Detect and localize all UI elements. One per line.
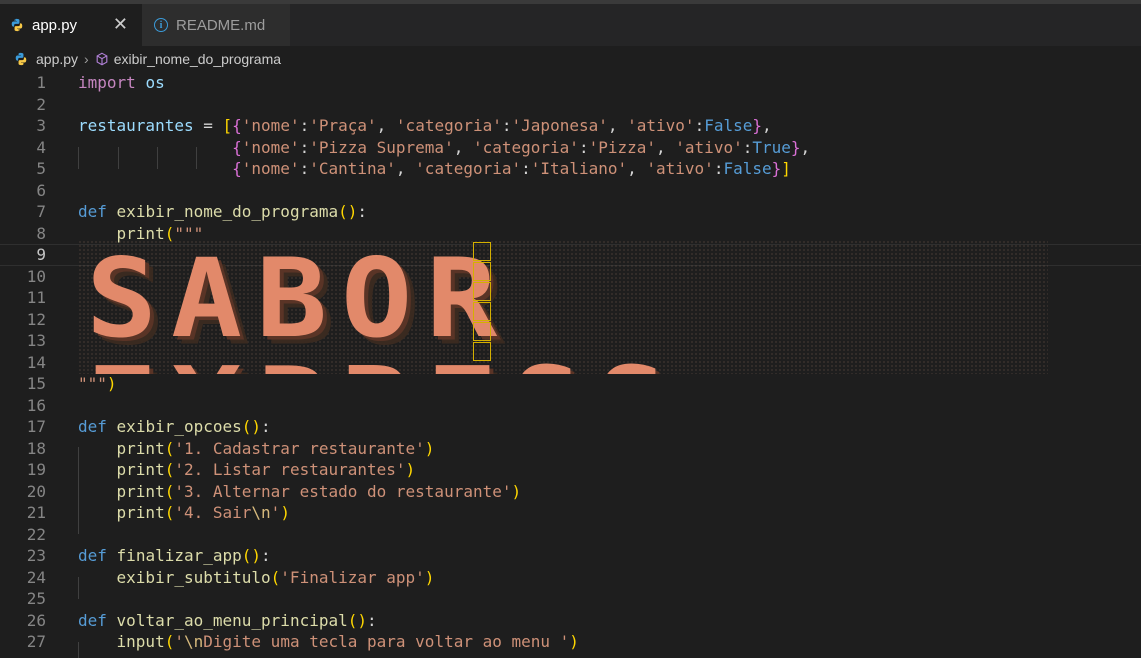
code-line: 22 xyxy=(26,524,46,544)
code-line: 21 print('4. Sair\n') xyxy=(26,503,290,522)
close-icon[interactable]: ✕ xyxy=(113,14,128,35)
code-line: 6 xyxy=(36,180,46,200)
code-line: 26 def voltar_ao_menu_principal(): xyxy=(26,610,377,630)
tab-bar: app.py ✕ i README.md xyxy=(0,0,1141,46)
code-line: 24 exibir_subtitulo('Finalizar app') xyxy=(26,567,435,587)
code-line: 15 """) xyxy=(26,374,117,393)
code-line: 17 def exibir_opcoes(): xyxy=(26,417,271,436)
code-line: 3 restaurantes = [{'nome':'Praça', 'categ… xyxy=(36,116,772,135)
code-line: 20 print('3. Alternar estado do restaura… xyxy=(26,481,522,501)
code-line: 25 xyxy=(26,589,46,608)
breadcrumb-symbol[interactable]: exibir_nome_do_programa xyxy=(114,51,281,67)
code-line: 2 xyxy=(36,94,46,114)
tab-label: README.md xyxy=(176,16,266,34)
method-cube-icon xyxy=(96,52,108,66)
code-line: 19 print('2. Listar restaurantes') xyxy=(26,460,416,479)
selection-highlight xyxy=(473,242,491,374)
code-line: 5 {'nome':'Cantina', 'categoria':'Italia… xyxy=(36,159,791,178)
breadcrumb: app.py › exibir_nome_do_programa xyxy=(0,46,1141,72)
tab-readme[interactable]: i README.md xyxy=(142,4,290,46)
code-line: 7 def exibir_nome_do_programa(): xyxy=(36,202,368,221)
code-line: 16 xyxy=(26,395,46,415)
code-line: 23 def finalizar_app(): xyxy=(26,546,271,565)
python-icon xyxy=(11,18,23,32)
code-line: 18 print('1. Cadastrar restaurante') xyxy=(26,438,435,458)
tab-app-py[interactable]: app.py ✕ xyxy=(0,4,142,46)
python-icon xyxy=(15,52,27,66)
code-line: 1 import os xyxy=(36,73,165,92)
code-line: 4 {'nome':'Pizza Suprema', 'categoria':'… xyxy=(36,137,811,157)
ascii-banner: SABOR EXPRESS xyxy=(78,240,1048,374)
breadcrumb-file[interactable]: app.py xyxy=(36,51,78,67)
chevron-right-icon: › xyxy=(84,51,89,67)
code-line: 27 input('\nDigite uma tecla para voltar… xyxy=(26,632,579,651)
info-icon: i xyxy=(154,18,168,32)
tab-label: app.py xyxy=(32,16,78,34)
banner-text: SABOR EXPRESS xyxy=(86,240,667,374)
